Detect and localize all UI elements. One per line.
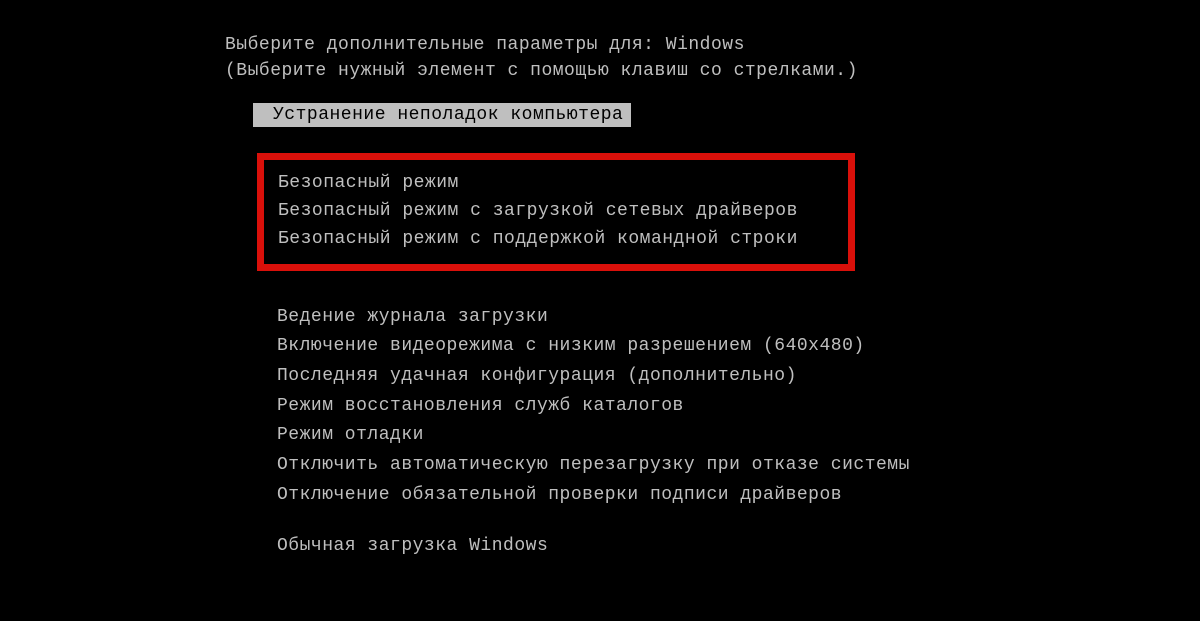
menu-item-disable-auto-restart[interactable]: Отключить автоматическую перезагрузку пр…: [277, 451, 1200, 481]
menu-item-last-known-good[interactable]: Последняя удачная конфигурация (дополнит…: [277, 362, 1200, 392]
menu-item-disable-driver-sig[interactable]: Отключение обязательной проверки подписи…: [277, 481, 1200, 511]
menu-item-safe-mode-command[interactable]: Безопасный режим с поддержкой командной …: [278, 226, 798, 254]
menu-item-ds-restore[interactable]: Режим восстановления служб каталогов: [277, 392, 1200, 422]
menu-item-safe-mode-networking[interactable]: Безопасный режим с загрузкой сетевых дра…: [278, 198, 798, 226]
os-name: Windows: [666, 35, 745, 55]
boot-options-screen: Выберите дополнительные параметры для: W…: [0, 0, 1200, 562]
safe-mode-highlight-box: Безопасный режим Безопасный режим с загр…: [257, 153, 855, 271]
additional-options-block: Ведение журнала загрузки Включение видео…: [277, 303, 1200, 563]
menu-item-low-res-video[interactable]: Включение видеорежима с низким разрешени…: [277, 332, 1200, 362]
selected-option-row[interactable]: Устранение неполадок компьютера: [253, 103, 1200, 127]
prompt-label: Выберите дополнительные параметры для:: [225, 35, 654, 55]
menu-item-boot-log[interactable]: Ведение журнала загрузки: [277, 303, 1200, 333]
help-text: (Выберите нужный элемент с помощью клави…: [225, 61, 1200, 81]
selected-option-label: Устранение неполадок компьютера: [253, 103, 631, 127]
menu-item-normal-boot[interactable]: Обычная загрузка Windows: [277, 532, 1200, 562]
prompt-line: Выберите дополнительные параметры для: W…: [225, 35, 1200, 55]
menu-item-debug[interactable]: Режим отладки: [277, 421, 1200, 451]
menu-item-safe-mode[interactable]: Безопасный режим: [278, 170, 798, 198]
